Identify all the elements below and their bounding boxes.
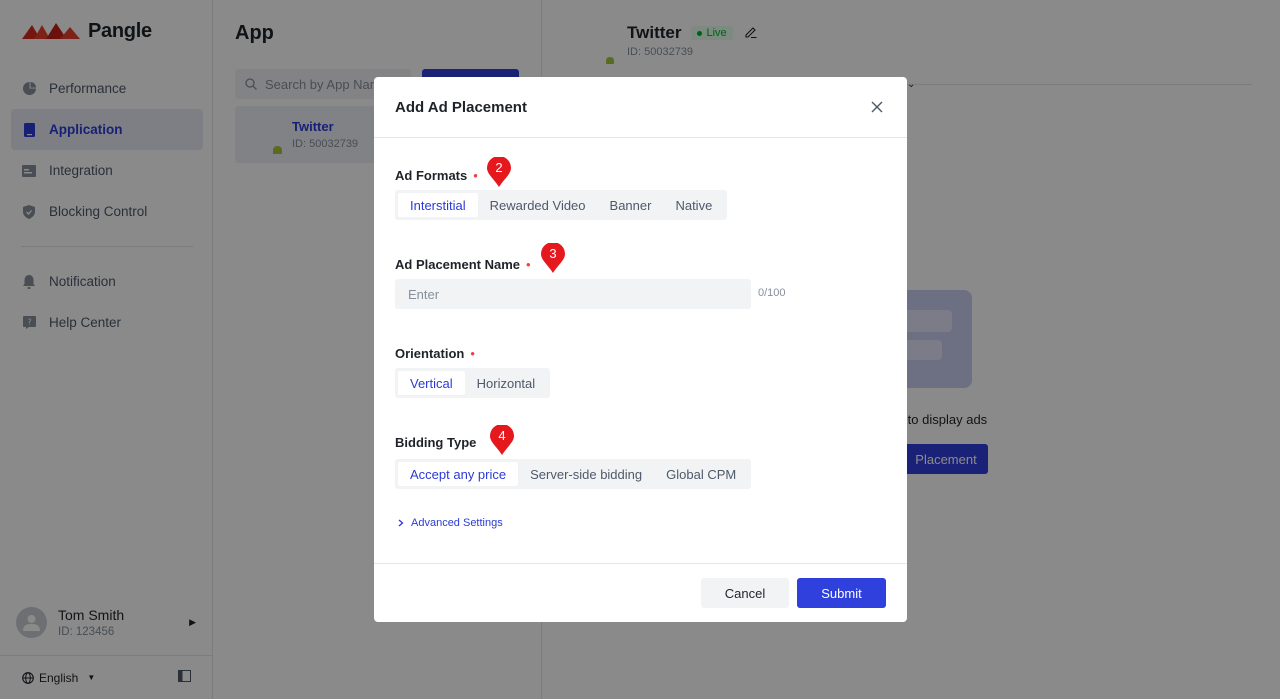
advanced-settings-toggle[interactable]: Advanced Settings [398, 517, 503, 529]
bidding-accept-any-price[interactable]: Accept any price [398, 462, 519, 486]
placement-name-label: Ad Placement Name • [395, 257, 531, 272]
ad-format-native[interactable]: Native [663, 193, 724, 217]
advanced-settings-label: Advanced Settings [411, 517, 503, 529]
orientation-label: Orientation • [395, 346, 475, 361]
cancel-button[interactable]: Cancel [701, 578, 789, 608]
orientation-vertical[interactable]: Vertical [398, 371, 465, 395]
close-icon[interactable] [870, 100, 884, 114]
submit-button[interactable]: Submit [797, 578, 886, 608]
step-marker-3: 3 [541, 242, 565, 273]
ad-format-rewarded-video[interactable]: Rewarded Video [478, 193, 598, 217]
modal-title: Add Ad Placement [395, 99, 527, 116]
bidding-type-label: Bidding Type [395, 435, 477, 450]
orientation-selector: Vertical Horizontal [395, 368, 551, 398]
add-ad-placement-modal: Add Ad Placement Ad Formats • 2 Interstit… [374, 77, 907, 622]
modal-header: Add Ad Placement [374, 77, 907, 138]
character-counter: 0/100 [758, 287, 786, 299]
placement-name-input[interactable] [395, 279, 751, 309]
orientation-horizontal[interactable]: Horizontal [465, 371, 548, 395]
step-marker-2: 2 [487, 156, 511, 187]
modal-footer-divider [374, 563, 907, 564]
bidding-global-cpm[interactable]: Global CPM [654, 462, 748, 486]
ad-formats-selector: Interstitial Rewarded Video Banner Nativ… [395, 190, 728, 220]
chevron-right-icon [398, 519, 404, 527]
ad-formats-label: Ad Formats • [395, 168, 478, 183]
bidding-type-selector: Accept any price Server-side bidding Glo… [395, 459, 752, 489]
bidding-server-side[interactable]: Server-side bidding [518, 462, 654, 486]
ad-format-banner[interactable]: Banner [598, 193, 664, 217]
step-marker-4: 4 [490, 424, 514, 455]
ad-format-interstitial[interactable]: Interstitial [398, 193, 478, 217]
